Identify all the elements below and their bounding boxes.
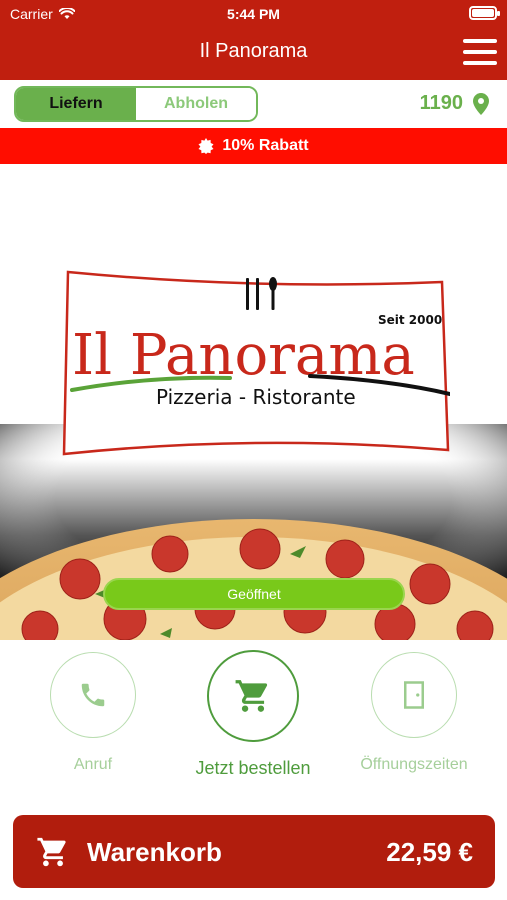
status-time: 5:44 PM [227,6,280,22]
cart-icon [235,680,268,712]
app-screen: Carrier 5:44 PM Il Panorama Liefern Abho… [0,0,507,900]
open-status-badge: Geöffnet [103,578,405,610]
postal-code: 1190 [419,92,463,114]
shopping-cart-icon [37,837,66,867]
hours-button[interactable] [371,652,457,738]
logo-tagline: Pizzeria - Ristorante [156,385,356,409]
battery-icon [469,6,500,20]
status-bar: Carrier 5:44 PM [0,0,507,28]
order-label: Jetzt bestellen [195,758,311,778]
discount-banner: 10% Rabatt [0,128,507,164]
cart-label: Warenkorb [87,837,222,867]
top-bar: Carrier 5:44 PM Il Panorama [0,0,507,80]
cart-total: 22,59 € [386,837,473,867]
location-selector[interactable]: 1190 [420,92,489,115]
call-label: Anruf [73,756,113,773]
order-action[interactable]: Jetzt bestellen [193,650,313,779]
tab-liefern[interactable]: Liefern [16,88,136,120]
door-icon [404,681,424,709]
menu-button[interactable] [463,39,497,65]
hamburger-icon [463,39,497,43]
hero-section: Seit 2000 Il Panorama Pizzeria - Ristora… [0,164,507,640]
call-button[interactable] [50,652,136,738]
order-button[interactable] [207,650,299,742]
hours-label: Öffnungszeiten [360,756,468,773]
restaurant-logo: Seit 2000 Il Panorama Pizzeria - Ristora… [62,270,450,456]
tab-abholen[interactable]: Abholen [136,88,256,120]
delivery-row: Liefern Abholen 1190 [0,80,507,128]
hours-action[interactable]: Öffnungszeiten [354,650,474,774]
location-pin-icon [473,92,489,115]
cart-button[interactable]: Warenkorb 22,59 € [13,815,495,888]
phone-icon [81,683,105,707]
badge-icon [198,138,214,154]
call-action[interactable]: Anruf [33,650,153,774]
quick-actions: Anruf Jetzt bestellen Öffnungszeiten [0,640,507,790]
page-title: Il Panorama [199,40,308,62]
discount-text: 10% Rabatt [222,137,309,154]
delivery-mode-toggle: Liefern Abholen [14,86,258,122]
